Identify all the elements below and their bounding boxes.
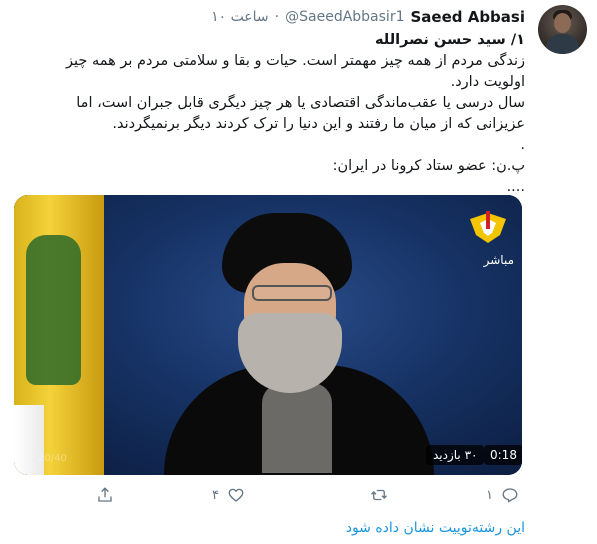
views-badge: ۳۰ بازدید <box>426 445 485 465</box>
tweet-card[interactable]: Saeed Abbasi @SaeedAbbasir1 · ۱۰ ساعت ۱/… <box>0 0 597 544</box>
retweet-button[interactable] <box>370 484 396 506</box>
reply-button[interactable]: ۱ <box>486 484 519 506</box>
avatar-body <box>546 34 579 54</box>
speaker-glasses <box>252 285 332 301</box>
avatar-head <box>554 13 571 33</box>
tweet-actions: ۱ ۴ <box>0 484 597 506</box>
share-button[interactable] <box>96 484 114 506</box>
show-thread-link[interactable]: این رشته‌توییت نشان داده شود <box>346 520 525 536</box>
tweet-text: ۱/ سید حسن نصرالله زندگی مردم از همه چیز… <box>25 30 525 198</box>
lebanon-flag <box>14 405 44 475</box>
author-avatar[interactable] <box>538 5 587 54</box>
header-separator: · <box>274 9 280 25</box>
video-player[interactable]: مباشر 20/40 ۳۰ بازدید 0:18 <box>14 195 522 475</box>
like-count: ۴ <box>212 487 219 503</box>
tweet-line: سال درسی یا عقب‌ماندگی اقتصادی یا هر چیز… <box>76 95 525 132</box>
tweet-line: زندگی مردم از همه چیز مهمتر است. حیات و … <box>66 53 525 90</box>
broadcast-date-overlay: 20/40 <box>38 453 67 464</box>
author-name[interactable]: Saeed Abbasi <box>410 8 525 26</box>
channel-live-label: مباشر <box>483 253 514 267</box>
tweet-line-title: ۱/ سید حسن نصرالله <box>375 32 525 48</box>
like-button[interactable]: ۴ <box>212 484 245 506</box>
reply-count: ۱ <box>486 487 493 503</box>
flag-emblem <box>26 235 81 385</box>
share-icon <box>98 487 112 502</box>
tweet-line: پ.ن: عضو ستاد کرونا در ایران: <box>332 158 525 174</box>
duration-badge: 0:18 <box>484 445 522 465</box>
author-handle[interactable]: @SaeedAbbasir1 <box>285 9 404 25</box>
retweet-icon <box>371 489 387 501</box>
speaker-shirt <box>262 383 332 473</box>
tweet-line: . <box>520 137 525 153</box>
tweet-header: Saeed Abbasi @SaeedAbbasir1 · ۱۰ ساعت <box>211 6 525 28</box>
tweet-timestamp[interactable]: ۱۰ ساعت <box>211 9 269 25</box>
reply-icon <box>502 488 518 503</box>
heart-icon <box>228 488 244 502</box>
